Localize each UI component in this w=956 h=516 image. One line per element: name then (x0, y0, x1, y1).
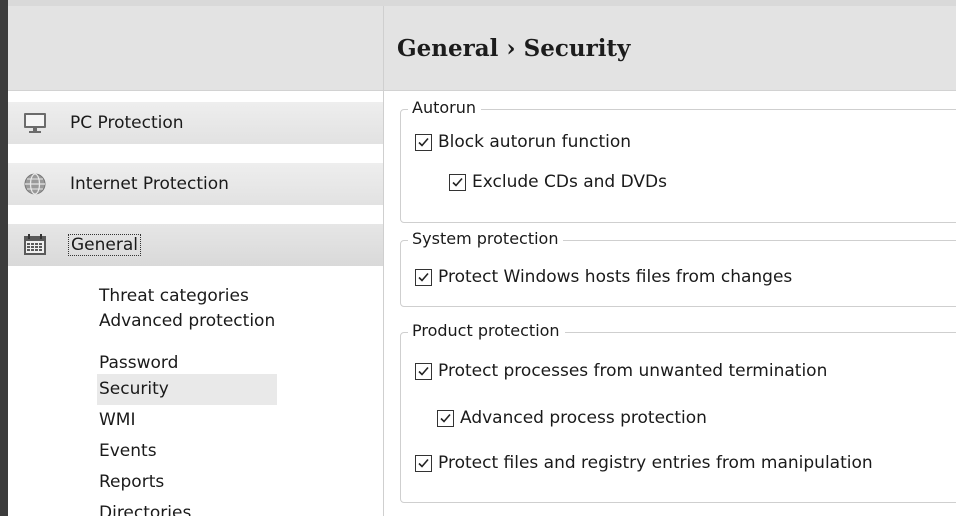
subnav-item-threat-categories[interactable]: Threat categories (97, 281, 277, 312)
block-autorun-checkbox[interactable]: Block autorun function (415, 132, 631, 152)
checkbox-checked-icon (415, 133, 432, 151)
checkbox-checked-icon (437, 409, 454, 427)
sidebar-item-general[interactable]: General (8, 224, 383, 266)
checkbox-checked-icon (415, 268, 432, 286)
page-title: General › Security (397, 34, 631, 62)
main-header: General › Security (384, 6, 956, 91)
subnav-item-security[interactable]: Security (97, 374, 278, 405)
sidebar-item-label: General (68, 234, 141, 256)
advanced-process-protection-checkbox[interactable]: Advanced process protection (437, 408, 707, 428)
sidebar-item-label: Internet Protection (70, 174, 229, 194)
subnav-item-events[interactable]: Events (97, 436, 277, 467)
sidebar-header (8, 6, 383, 91)
sidebar-item-label: PC Protection (70, 113, 184, 133)
sidebar-item-pc-protection[interactable]: PC Protection (8, 102, 383, 144)
subnav-item-advanced-protection[interactable]: Advanced protection (97, 312, 277, 343)
autorun-group: Autorun Block autorun function Exclude C… (400, 98, 956, 223)
checkbox-label: Protect files and registry entries from … (438, 453, 873, 473)
checkbox-label: Block autorun function (438, 132, 632, 152)
protect-hosts-checkbox[interactable]: Protect Windows hosts files from changes (415, 267, 792, 287)
calendar-icon (22, 233, 50, 257)
checkbox-checked-icon (449, 173, 466, 191)
group-legend: Product protection (408, 321, 565, 340)
protect-files-registry-checkbox[interactable]: Protect files and registry entries from … (415, 453, 873, 473)
group-legend: System protection (408, 229, 564, 248)
subnav-item-directories[interactable]: Directories (97, 498, 277, 516)
checkbox-label: Advanced process protection (460, 408, 707, 428)
group-legend: Autorun (408, 98, 482, 117)
sidebar-item-internet-protection[interactable]: Internet Protection (8, 163, 383, 205)
checkbox-checked-icon (415, 362, 432, 380)
exclude-cds-checkbox[interactable]: Exclude CDs and DVDs (449, 172, 667, 192)
checkbox-label: Protect Windows hosts files from changes (438, 267, 793, 287)
subnav-item-password[interactable]: Password (97, 343, 277, 374)
checkbox-checked-icon (415, 454, 432, 472)
protect-processes-checkbox[interactable]: Protect processes from unwanted terminat… (415, 361, 827, 381)
checkbox-label: Exclude CDs and DVDs (472, 172, 667, 192)
checkbox-label: Protect processes from unwanted terminat… (438, 361, 828, 381)
subnav-item-reports[interactable]: Reports (97, 467, 277, 498)
system-protection-group: System protection Protect Windows hosts … (400, 229, 956, 307)
window-left-edge (0, 0, 8, 516)
product-protection-group: Product protection Protect processes fro… (400, 321, 956, 503)
general-subnav: Threat categories Advanced protection Pa… (97, 281, 278, 516)
monitor-icon (22, 111, 50, 135)
sidebar: PC Protection Internet Protection Genera… (8, 6, 384, 516)
globe-icon (22, 172, 50, 196)
main-panel: General › Security Autorun Block autorun… (384, 6, 956, 516)
subnav-item-wmi[interactable]: WMI (97, 405, 277, 436)
